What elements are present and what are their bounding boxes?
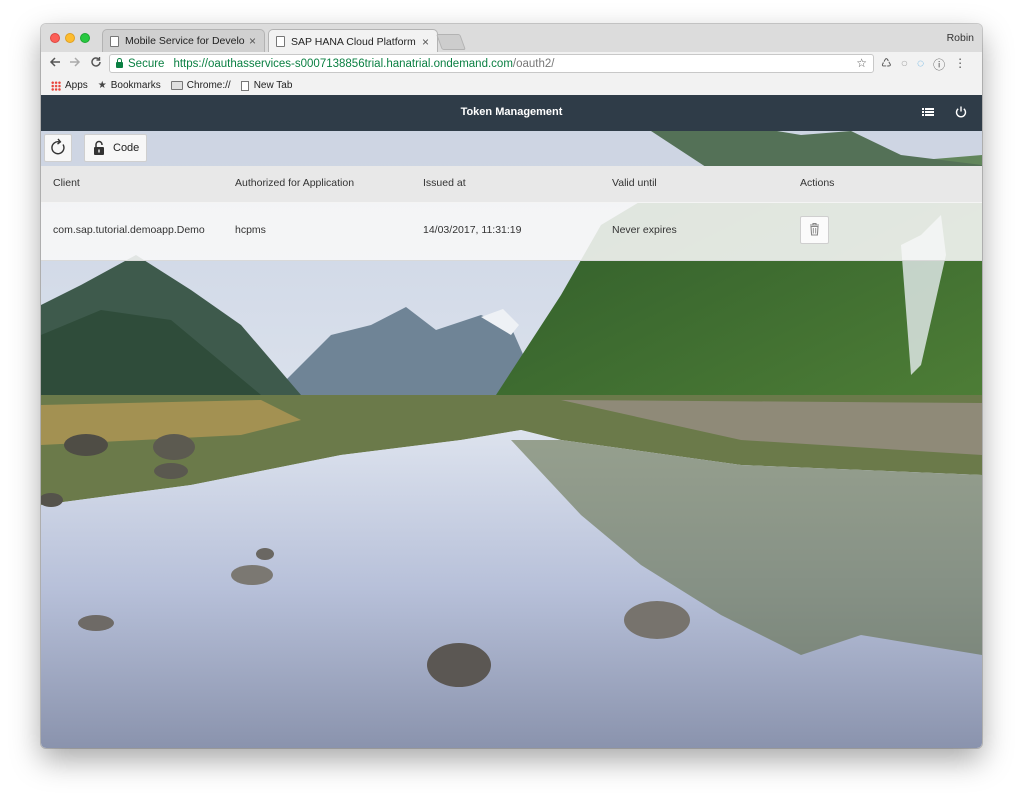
circle-extension-icon[interactable]: ○ [901,56,908,73]
document-icon [110,35,119,47]
document-icon [240,80,249,91]
cell-application: hcpms [235,224,266,236]
folder-icon [170,81,183,90]
extension-icons: ♺ ○ ◌ ⓘ ⋮ [881,56,966,73]
bookmark-label: Apps [65,80,88,91]
star-icon: ★ [97,80,107,91]
tab-title: Mobile Service for Developmer [125,35,245,47]
column-header-issued-at: Issued at [423,177,466,189]
tab-strip: Mobile Service for Developmer × SAP HANA… [41,24,982,53]
lock-icon [94,140,104,155]
shell-bar: Token Management [41,95,982,131]
delete-token-button[interactable] [800,216,829,244]
cell-valid-until: Never expires [612,224,677,236]
column-header-actions: Actions [800,177,835,189]
page-title: Token Management [460,106,563,118]
profile-name[interactable]: Robin [947,32,974,44]
menu-icon[interactable]: ⋮ [954,56,966,73]
power-icon[interactable] [954,105,970,121]
code-button-label: Code [113,142,140,154]
column-header-valid-until: Valid until [612,177,657,189]
tab-title: SAP HANA Cloud Platform [291,35,416,48]
tab-mobile-service[interactable]: Mobile Service for Developmer × [102,29,265,52]
bookmark-bookmarks[interactable]: ★ Bookmarks [98,80,161,91]
bookmark-label: Chrome:// [186,80,231,91]
table-header: Client Authorized for Application Issued… [41,166,982,203]
loading-icon[interactable]: ◌ [917,56,924,73]
browser-toolbar: Secure https://oauthasservices-s00071388… [41,52,982,76]
address-bar[interactable]: Secure https://oauthasservices-s00071388… [109,54,874,73]
url-host: https://oauthasservices-s0007138856trial… [173,57,513,70]
back-arrow-icon[interactable] [49,56,61,71]
refresh-icon [51,138,65,155]
tab-close-icon[interactable]: × [249,34,256,48]
apps-grid-icon [51,80,61,91]
trash-icon [810,222,819,236]
recycle-icon[interactable]: ♺ [881,56,892,73]
refresh-button[interactable] [44,134,72,162]
maximize-window-button[interactable] [80,33,90,43]
table-row: com.sap.tutorial.demoapp.Demo hcpms 14/0… [41,202,982,261]
code-button[interactable]: Code [84,134,147,162]
bookmark-chrome[interactable]: Chrome:// [170,80,231,91]
tab-sap-hana-cloud-platform[interactable]: SAP HANA Cloud Platform × [268,29,438,53]
bookmark-label: New Tab [253,80,293,91]
column-header-client: Client [53,177,80,189]
lock-icon [116,57,123,68]
forward-arrow-icon[interactable] [69,56,81,71]
column-header-application: Authorized for Application [235,177,355,189]
app-toolbar: Code [41,131,982,166]
document-icon [276,36,285,47]
bookmark-star-icon[interactable]: ☆ [856,56,867,70]
new-tab-button[interactable] [436,34,466,50]
list-icon[interactable] [921,105,937,121]
cell-client: com.sap.tutorial.demoapp.Demo [53,224,205,236]
info-icon[interactable]: ⓘ [933,56,945,73]
cell-issued-at: 14/03/2017, 11:31:19 [423,224,522,236]
token-management-app: Token Management Code Client Authorized … [41,95,982,748]
bookmark-label: Bookmarks [110,80,161,91]
browser-window: Mobile Service for Developmer × SAP HANA… [41,24,982,748]
tab-close-icon[interactable]: × [422,35,429,49]
close-window-button[interactable] [50,33,60,43]
secure-label: Secure [128,57,165,70]
reload-icon[interactable] [90,56,102,71]
minimize-window-button[interactable] [65,33,75,43]
bookmark-new-tab[interactable]: New Tab [240,80,293,91]
bookmark-apps[interactable]: Apps [51,80,88,91]
url-path: /oauth2/ [512,57,555,70]
bookmarks-bar: Apps ★ Bookmarks Chrome:// New Tab [41,76,982,96]
